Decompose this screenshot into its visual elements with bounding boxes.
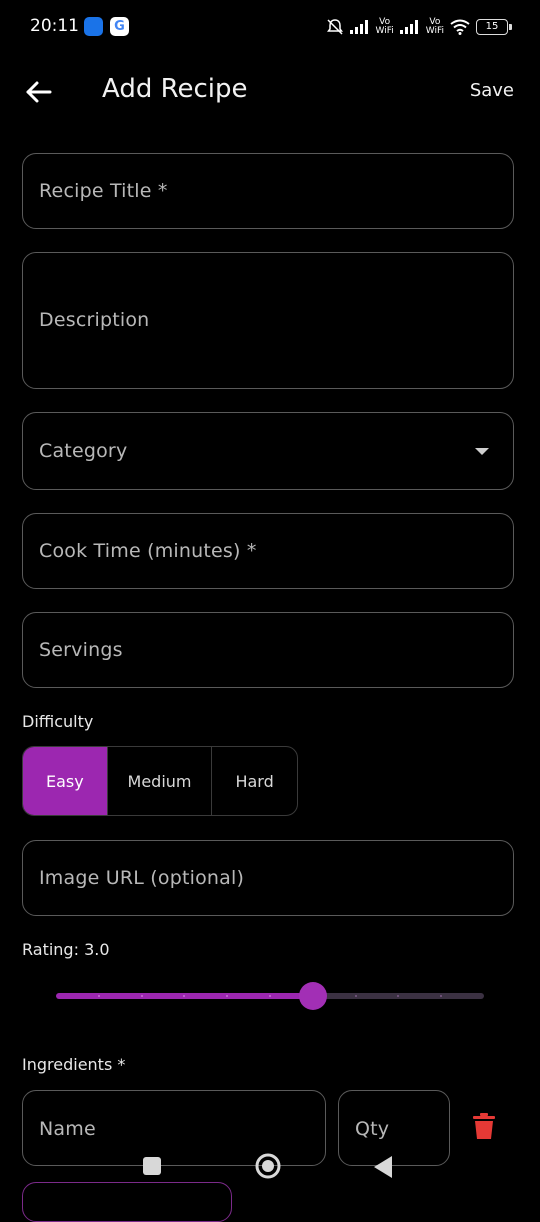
home-button-icon[interactable] xyxy=(255,1153,281,1179)
recipe-title-field[interactable]: Recipe Title * xyxy=(22,153,514,229)
servings-field[interactable]: Servings xyxy=(22,612,514,688)
wifi-icon xyxy=(450,19,470,35)
description-placeholder: Description xyxy=(39,309,150,331)
image-url-field[interactable]: Image URL (optional) xyxy=(22,840,514,916)
status-icons: Vo WiFi Vo WiFi 15 xyxy=(326,12,512,42)
save-button[interactable]: Save xyxy=(470,80,514,101)
cook-time-placeholder: Cook Time (minutes) * xyxy=(39,540,257,562)
system-nav-bar xyxy=(0,1140,540,1200)
image-url-placeholder: Image URL (optional) xyxy=(39,867,245,889)
app-bar: Add Recipe Save xyxy=(0,54,540,128)
ingredients-label: Ingredients * xyxy=(22,1055,126,1074)
signal-icon xyxy=(349,20,368,34)
silent-bell-icon xyxy=(326,19,343,35)
messages-notification-icon xyxy=(84,17,103,36)
servings-placeholder: Servings xyxy=(39,639,123,661)
recents-button-icon[interactable] xyxy=(143,1157,161,1175)
vowifi-badge: Vo WiFi xyxy=(375,17,394,36)
slider-inactive-track xyxy=(322,993,484,999)
status-bar: 20:11 G Vo WiFi Vo WiFi 15 xyxy=(0,0,540,54)
dropdown-arrow-icon xyxy=(475,448,489,455)
ingredient-qty-placeholder: Qty xyxy=(355,1118,390,1140)
signal-icon xyxy=(399,20,418,34)
trash-icon[interactable] xyxy=(472,1112,496,1140)
difficulty-segmented-control: Easy Medium Hard xyxy=(22,746,298,816)
page-title: Add Recipe xyxy=(102,74,248,104)
google-notification-icon: G xyxy=(110,17,129,36)
ingredient-name-placeholder: Name xyxy=(39,1118,96,1140)
slider-tick xyxy=(269,995,271,997)
cook-time-field[interactable]: Cook Time (minutes) * xyxy=(22,513,514,589)
status-time: 20:11 xyxy=(30,16,79,36)
difficulty-medium-button[interactable]: Medium xyxy=(106,747,211,815)
slider-tick xyxy=(140,995,143,997)
rating-slider[interactable] xyxy=(56,981,484,1011)
category-placeholder: Category xyxy=(39,440,128,462)
rating-label: Rating: 3.0 xyxy=(22,940,110,959)
vowifi-badge: Vo WiFi xyxy=(425,17,444,36)
recipe-title-placeholder: Recipe Title * xyxy=(39,180,168,202)
category-dropdown[interactable]: Category xyxy=(22,412,514,490)
slider-thumb[interactable] xyxy=(298,982,327,1010)
back-button-icon[interactable] xyxy=(372,1155,394,1179)
difficulty-hard-button[interactable]: Hard xyxy=(211,747,297,815)
description-field[interactable]: Description xyxy=(22,252,514,389)
slider-tick xyxy=(97,995,100,997)
slider-tick xyxy=(354,995,357,997)
difficulty-easy-button[interactable]: Easy xyxy=(23,747,107,815)
difficulty-label: Difficulty xyxy=(22,712,94,731)
arrow-left-icon[interactable] xyxy=(22,74,58,110)
battery-icon: 15 xyxy=(476,19,512,35)
